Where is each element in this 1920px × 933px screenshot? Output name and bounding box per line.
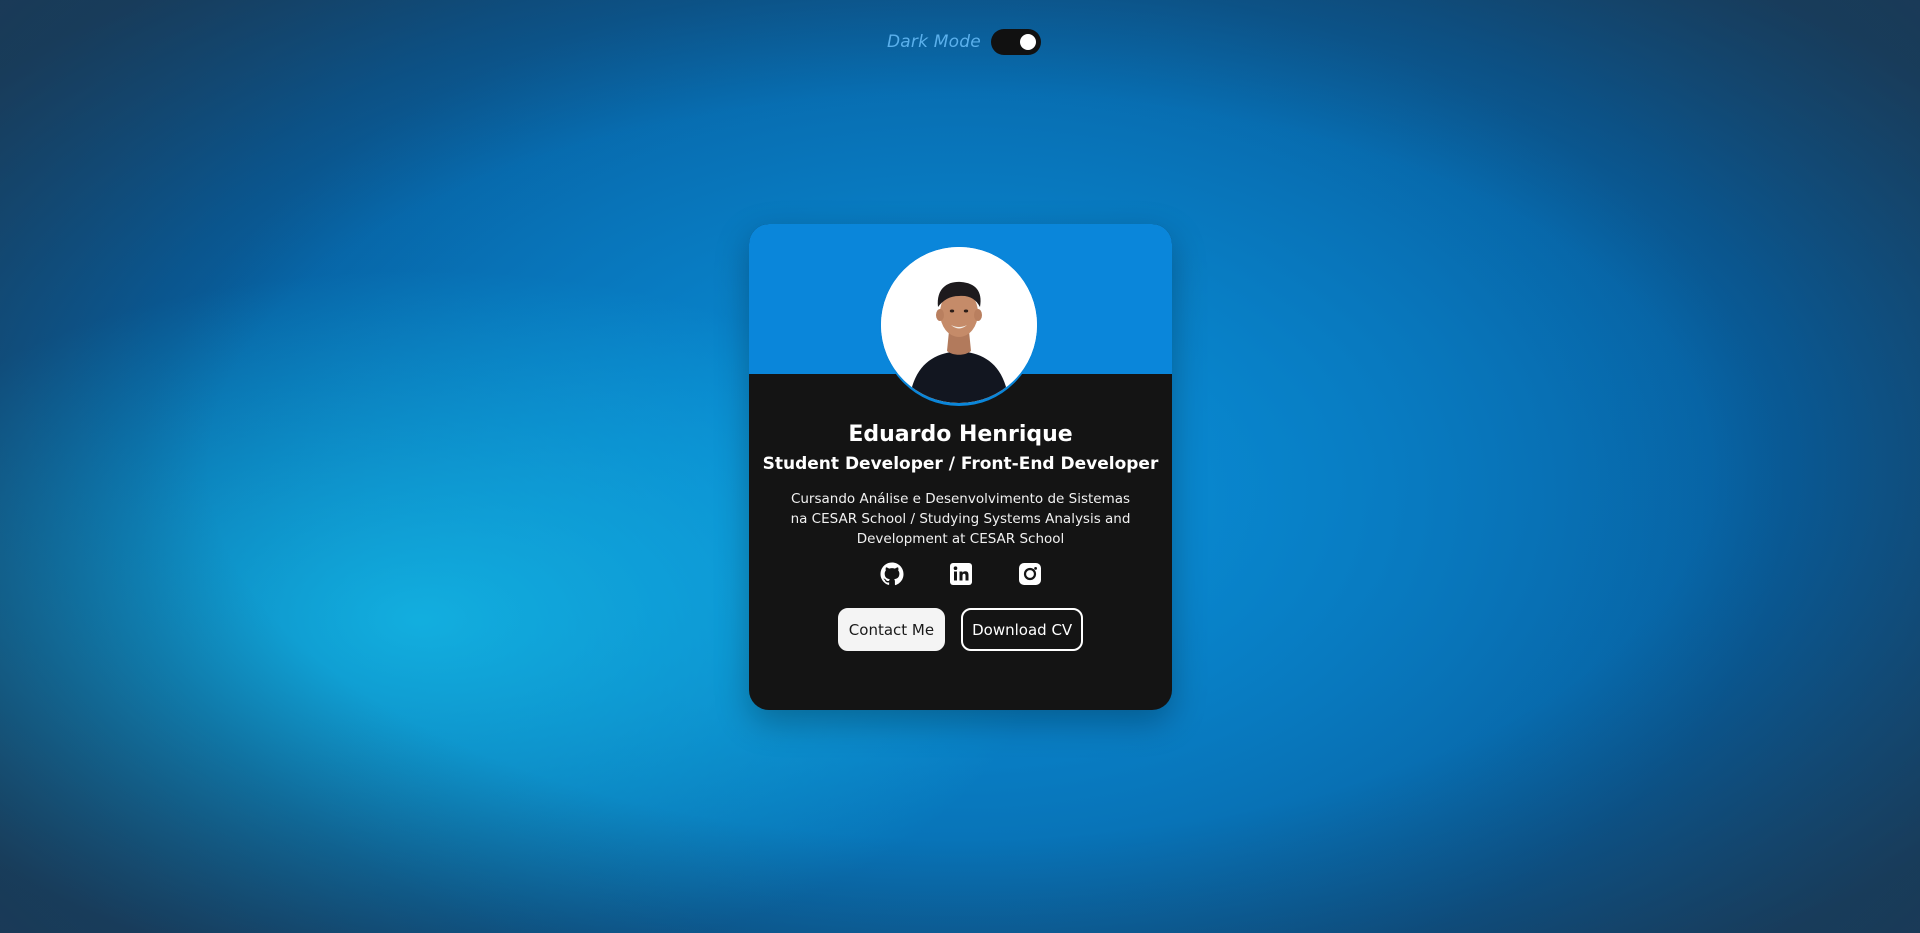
dark-mode-toggle: Dark Mode [887, 29, 1041, 55]
dark-mode-switch[interactable] [990, 29, 1041, 55]
profile-bio: Cursando Análise e Desenvolvimento de Si… [790, 491, 1131, 547]
action-buttons: Contact Me Download CV [749, 608, 1172, 651]
profile-role: Student Developer / Front-End Developer [762, 454, 1159, 474]
switch-knob [1019, 34, 1036, 50]
linkedin-icon [949, 563, 972, 585]
avatar [881, 247, 1037, 403]
profile-card: Eduardo Henrique Student Developer / Fro… [749, 224, 1172, 710]
card-body: Eduardo Henrique Student Developer / Fro… [749, 420, 1172, 651]
profile-name: Eduardo Henrique [848, 422, 1073, 447]
github-icon [880, 562, 904, 586]
contact-me-button[interactable]: Contact Me [837, 608, 946, 651]
social-links [749, 562, 1172, 586]
github-link[interactable] [880, 562, 904, 586]
dark-mode-label: Dark Mode [887, 32, 981, 52]
linkedin-link[interactable] [949, 562, 973, 586]
download-cv-button[interactable]: Download CV [961, 608, 1084, 651]
instagram-link[interactable] [1018, 562, 1042, 586]
instagram-icon [1018, 563, 1041, 585]
